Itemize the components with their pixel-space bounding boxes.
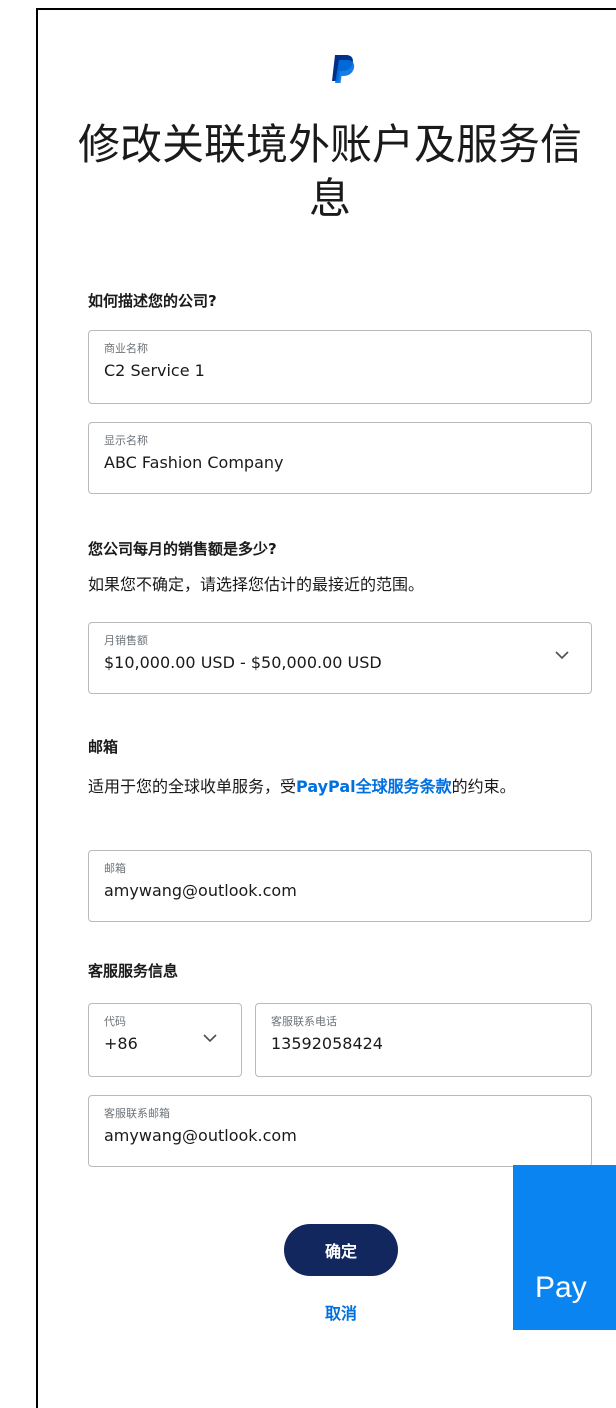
monthly-sales-label: 月销售额 <box>104 634 148 647</box>
support-email-label: 客服联系邮箱 <box>104 1107 170 1120</box>
sales-section-title: 您公司每月的销售额是多少? <box>88 540 277 558</box>
email-desc-text: 适用于您的全球收单服务，受 <box>88 777 297 796</box>
country-code-value: +86 <box>104 1034 138 1053</box>
email-section-title: 邮箱 <box>88 738 119 756</box>
page-title: 修改关联境外账户及服务信息 <box>77 120 582 223</box>
monthly-sales-value: $10,000.00 USD - $50,000.00 USD <box>104 653 382 672</box>
support-email-value: amywang@outlook.com <box>104 1126 297 1145</box>
business-name-label: 商业名称 <box>104 342 148 355</box>
support-email-field[interactable]: 客服联系邮箱 amywang@outlook.com <box>88 1095 592 1167</box>
paypal-logo-icon <box>332 55 355 83</box>
business-name-field[interactable]: 商业名称 C2 Service 1 <box>88 330 592 404</box>
country-code-label: 代码 <box>104 1015 126 1028</box>
sales-section-description: 如果您不确定，请选择您估计的最接近的范围。 <box>88 575 425 594</box>
email-label: 邮箱 <box>104 862 126 875</box>
display-name-field[interactable]: 显示名称 ABC Fashion Company <box>88 422 592 494</box>
business-name-value: C2 Service 1 <box>104 361 205 380</box>
chevron-down-icon <box>555 651 569 660</box>
overlay-banner-text: Pay <box>535 1271 587 1304</box>
paypal-terms-link[interactable]: PayPal全球服务条款 <box>296 777 452 796</box>
overlay-banner: Pay <box>513 1165 616 1330</box>
display-name-value: ABC Fashion Company <box>104 453 284 472</box>
support-phone-field[interactable]: 客服联系电话 13592058424 <box>255 1003 592 1077</box>
cancel-link[interactable]: 取消 <box>300 1300 382 1324</box>
display-name-label: 显示名称 <box>104 434 148 447</box>
chevron-down-icon <box>203 1034 217 1043</box>
support-phone-value: 13592058424 <box>271 1034 383 1053</box>
email-section-description: 适用于您的全球收单服务，受PayPal全球服务条款的约束。 <box>88 774 596 800</box>
email-field[interactable]: 邮箱 amywang@outlook.com <box>88 850 592 922</box>
confirm-button[interactable]: 确定 <box>284 1224 398 1276</box>
country-code-select[interactable]: 代码 +86 <box>88 1003 242 1077</box>
monthly-sales-select[interactable]: 月销售额 $10,000.00 USD - $50,000.00 USD <box>88 622 592 694</box>
support-phone-label: 客服联系电话 <box>271 1015 337 1028</box>
support-section-title: 客服服务信息 <box>88 962 179 980</box>
email-value: amywang@outlook.com <box>104 881 297 900</box>
company-section-title: 如何描述您的公司? <box>88 292 217 310</box>
email-desc-text-end: 的约束。 <box>451 777 516 796</box>
